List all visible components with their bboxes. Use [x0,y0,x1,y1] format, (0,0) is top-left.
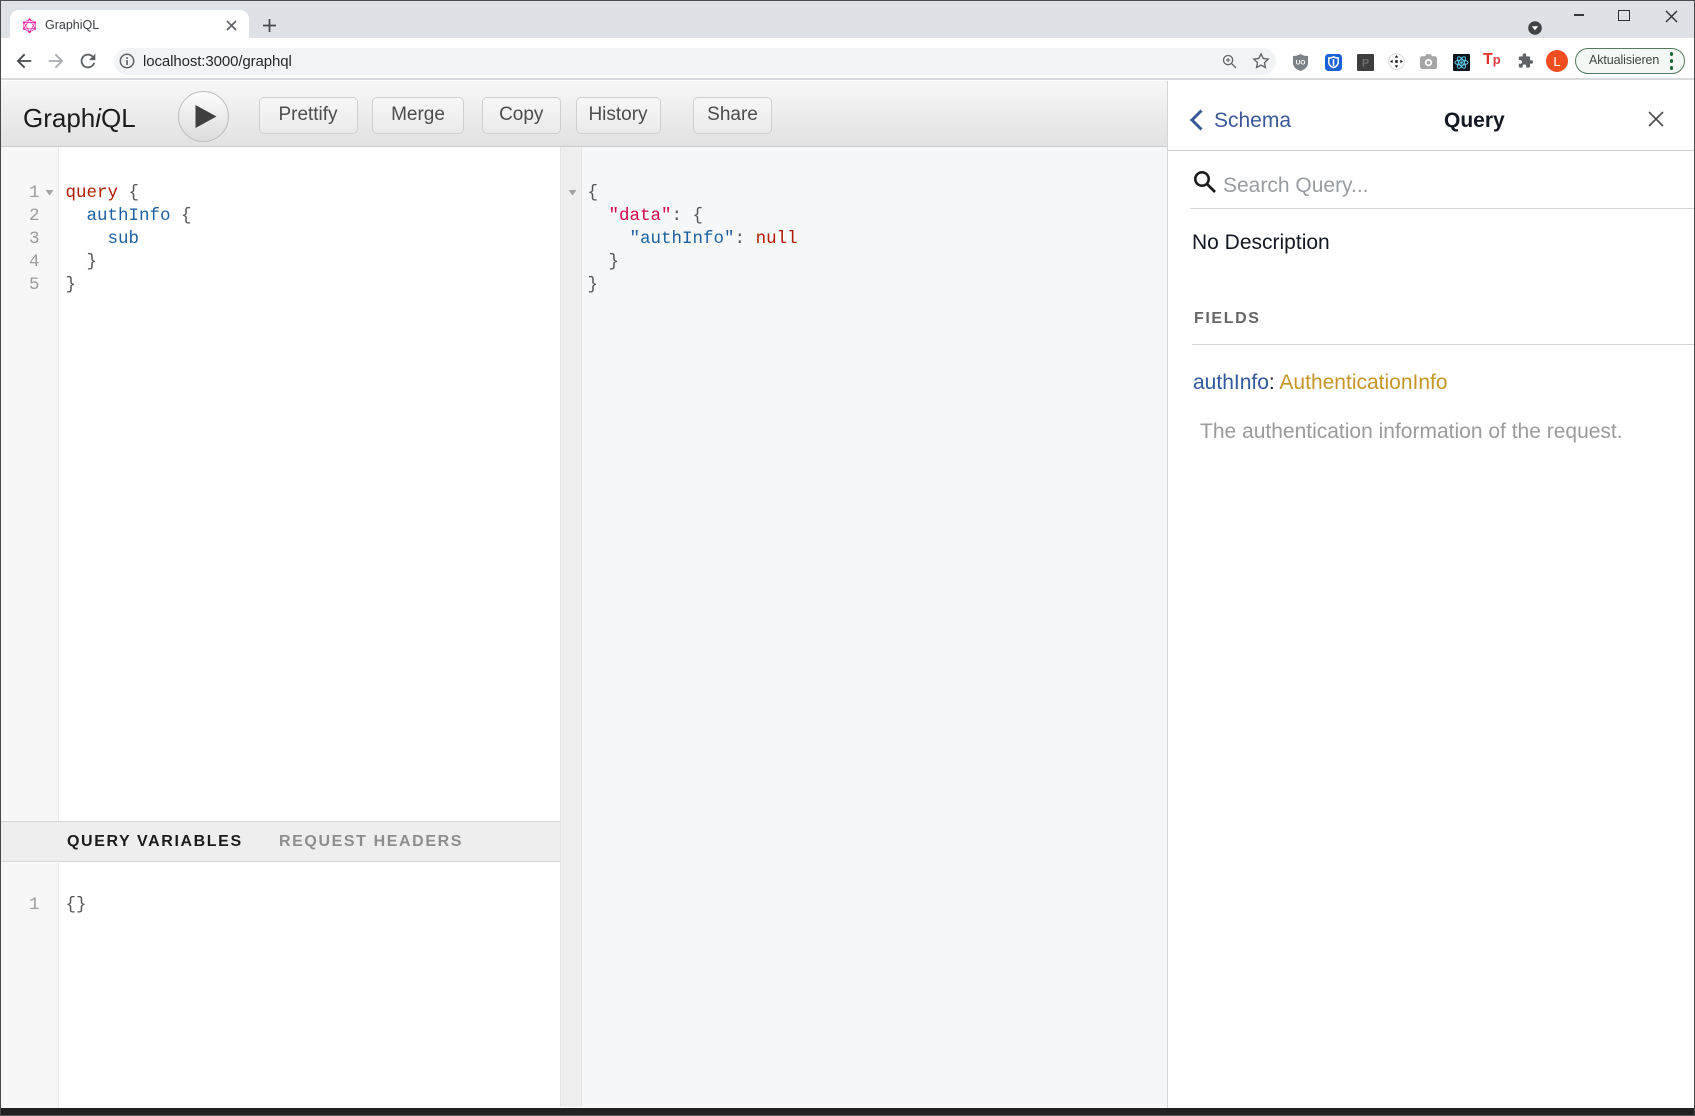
svg-text:P: P [1362,57,1369,69]
svg-text:L: L [1553,54,1560,69]
svg-text:UO: UO [1296,60,1306,67]
